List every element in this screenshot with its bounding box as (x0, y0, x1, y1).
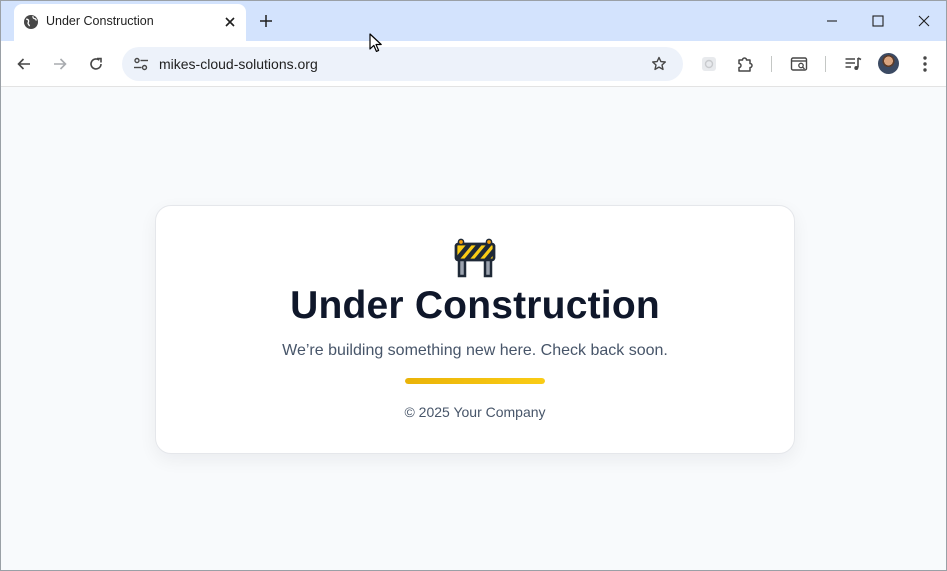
media-controls-icon[interactable] (841, 52, 865, 76)
page-subtitle: We’re building something new here. Check… (282, 342, 668, 359)
toolbar-divider (771, 56, 772, 72)
copyright-footer: © 2025 Your Company (404, 404, 546, 420)
back-arrow-icon[interactable] (12, 52, 36, 76)
url-text[interactable]: mikes-cloud-solutions.org (159, 56, 318, 72)
extension-ghost-icon[interactable] (697, 52, 721, 76)
tab-title: Under Construction (46, 14, 154, 28)
extension-puzzle-icon[interactable] (733, 52, 757, 76)
reload-icon[interactable] (84, 52, 108, 76)
tab-strip: Under Construction (1, 1, 946, 41)
close-tab-icon[interactable] (221, 13, 239, 31)
mouse-pointer-icon (369, 33, 383, 53)
tab-search-icon[interactable] (787, 52, 811, 76)
forward-arrow-icon[interactable] (48, 52, 72, 76)
address-bar[interactable]: mikes-cloud-solutions.org (122, 47, 683, 81)
construction-barrier-icon (453, 238, 497, 280)
tab-active[interactable]: Under Construction (14, 4, 246, 41)
maximize-window-icon[interactable] (866, 9, 890, 33)
star-icon[interactable] (649, 54, 669, 74)
minimize-window-icon[interactable] (820, 9, 844, 33)
close-window-icon[interactable] (912, 9, 936, 33)
new-tab-plus-icon[interactable] (256, 11, 276, 31)
kebab-menu-icon[interactable] (913, 52, 937, 76)
toolbar-divider (825, 56, 826, 72)
profile-avatar[interactable] (878, 53, 899, 74)
construction-card: Under Construction We’re building someth… (155, 205, 795, 454)
globe-icon (23, 14, 39, 30)
progress-bar (405, 378, 545, 384)
progress-bar-fill (405, 378, 545, 384)
tune-icon[interactable] (130, 53, 152, 75)
page-title: Under Construction (290, 284, 660, 327)
browser-toolbar: mikes-cloud-solutions.org (1, 41, 946, 87)
